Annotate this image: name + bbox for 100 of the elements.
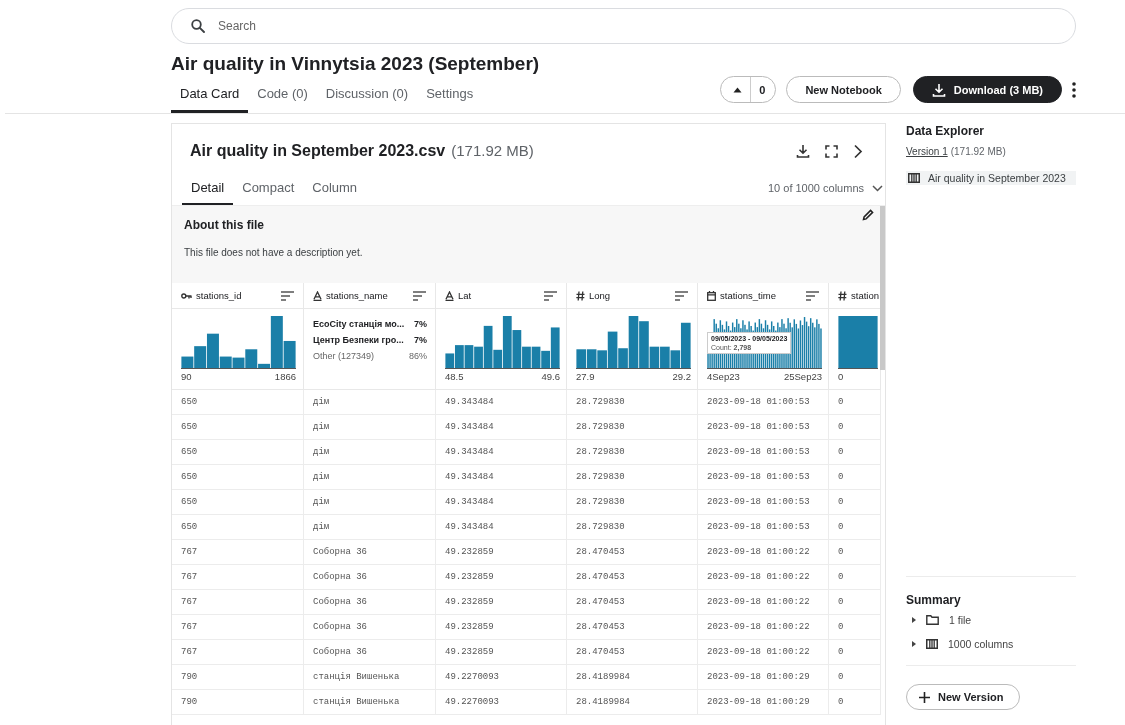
table-cell: 49.2270093 <box>436 690 567 715</box>
table-cell: 0 <box>829 615 881 640</box>
table-cell: 28.470453 <box>567 640 698 665</box>
table-icon <box>926 639 938 649</box>
sort-icon[interactable] <box>544 290 557 301</box>
table-cell: дім <box>304 415 436 440</box>
range-max: 25Sep23 <box>783 371 822 382</box>
more-icon[interactable] <box>1072 81 1076 98</box>
tab[interactable]: Code (0) <box>248 81 317 113</box>
table-cell: 2023-09-18 01:00:22 <box>698 565 829 590</box>
table-cell: 49.232859 <box>436 590 567 615</box>
hash-icon <box>576 290 585 301</box>
column-header[interactable]: stations_name <box>304 283 436 309</box>
category-label: EcoCity станція мо... <box>313 319 405 329</box>
section-heading: Data Explorer <box>906 124 986 138</box>
file-size: (171.92 MB) <box>451 142 534 159</box>
table-cell: 0 <box>829 665 881 690</box>
table-cell: 2023-09-18 01:00:22 <box>698 590 829 615</box>
sort-icon[interactable] <box>413 290 426 301</box>
table-cell: 49.232859 <box>436 565 567 590</box>
table-icon <box>908 173 920 183</box>
column-header[interactable]: stations_time <box>698 283 829 309</box>
table-cell: 767 <box>172 565 304 590</box>
category-share: 7% <box>414 335 427 345</box>
search-field[interactable]: Search <box>171 8 1076 44</box>
table-cell: 0 <box>829 490 881 515</box>
table-cell: 0 <box>829 640 881 665</box>
table-cell: дім <box>304 490 436 515</box>
table-cell: 790 <box>172 690 304 715</box>
key-icon <box>181 291 192 300</box>
summary-item[interactable]: 1000 columns <box>948 638 1014 650</box>
table-cell: 49.343484 <box>436 515 567 540</box>
range-min: 4Sep23 <box>707 371 740 382</box>
table-cell: 28.4189984 <box>567 665 698 690</box>
scrollbar[interactable] <box>880 206 885 370</box>
column-header[interactable]: Long <box>567 283 698 309</box>
table-cell: 0 <box>829 390 881 415</box>
version-link[interactable]: Version 1 <box>906 146 948 157</box>
table-cell: 650 <box>172 390 304 415</box>
range-min: 90 <box>181 371 192 382</box>
columns-dropdown[interactable]: 10 of 1000 columns <box>768 182 885 205</box>
table-cell: 2023-09-18 01:00:29 <box>698 690 829 715</box>
fullscreen-icon[interactable] <box>825 144 838 158</box>
caret-right-icon[interactable] <box>912 641 916 647</box>
file-item[interactable]: Air quality in September 2023 <box>906 171 1076 185</box>
download-icon[interactable] <box>796 144 810 158</box>
table-cell: 28.729830 <box>567 415 698 440</box>
table-cell: дім <box>304 390 436 415</box>
sort-icon[interactable] <box>281 290 294 301</box>
table-cell: 49.343484 <box>436 415 567 440</box>
sort-icon[interactable] <box>806 290 819 301</box>
table-cell: станція Вишенька <box>304 665 436 690</box>
table-cell: 2023-09-18 01:00:22 <box>698 640 829 665</box>
pencil-icon[interactable] <box>862 209 874 221</box>
new-version-button[interactable]: New Version <box>906 684 1021 710</box>
histogram-drawing <box>838 315 878 369</box>
table-cell: 2023-09-18 01:00:53 <box>698 440 829 465</box>
table-cell: 28.470453 <box>567 565 698 590</box>
table-cell: 0 <box>829 690 881 715</box>
table-cell: дім <box>304 465 436 490</box>
table-cell: 2023-09-18 01:00:53 <box>698 515 829 540</box>
range-max: 29.2 <box>672 371 691 382</box>
category-label: Other (127349) <box>313 351 375 361</box>
about-heading: About this file <box>184 218 265 232</box>
search-icon <box>191 19 205 33</box>
table-cell: 767 <box>172 540 304 565</box>
dataset-title: Air quality in Vinnytsia 2023 (September) <box>171 53 540 75</box>
column-header[interactable]: stations_id <box>172 283 304 309</box>
table-cell: 49.343484 <box>436 490 567 515</box>
caret-right-icon[interactable] <box>912 617 916 623</box>
table-cell: 2023-09-18 01:00:53 <box>698 415 829 440</box>
folder-icon <box>926 615 939 625</box>
table-cell: 0 <box>829 590 881 615</box>
range-min: 48.5 <box>445 371 464 382</box>
summary-item[interactable]: 1 file <box>949 614 972 626</box>
table-cell: 650 <box>172 515 304 540</box>
letter-a-icon <box>313 290 322 301</box>
table-cell: Соборна 36 <box>304 640 436 665</box>
sort-icon[interactable] <box>675 290 688 301</box>
hash-icon <box>838 290 847 301</box>
table-cell: 28.729830 <box>567 490 698 515</box>
new-notebook-button[interactable]: New Notebook <box>786 76 901 103</box>
download-button[interactable]: Download (3 MB) <box>912 76 1062 103</box>
letter-a-icon <box>445 290 454 301</box>
column-header[interactable]: Lat <box>436 283 567 309</box>
table-cell: 28.470453 <box>567 590 698 615</box>
view-tab[interactable]: Compact <box>233 180 304 205</box>
tab[interactable]: Settings <box>417 81 483 113</box>
category-share: 86% <box>409 351 427 361</box>
view-tab[interactable]: Column <box>303 180 367 205</box>
tab[interactable]: Discussion (0) <box>316 81 418 113</box>
triangle-up-icon[interactable] <box>733 86 743 93</box>
table-cell: 650 <box>172 490 304 515</box>
table-cell: 2023-09-18 01:00:53 <box>698 390 829 415</box>
table-cell: 650 <box>172 415 304 440</box>
category-label: Центр Безпеки гро... <box>313 335 404 345</box>
chevron-right-icon[interactable] <box>853 143 863 159</box>
file-name: Air quality in September 2023.csv <box>190 142 446 160</box>
table-cell: 0 <box>829 515 881 540</box>
vote-count: 0 <box>758 83 767 96</box>
